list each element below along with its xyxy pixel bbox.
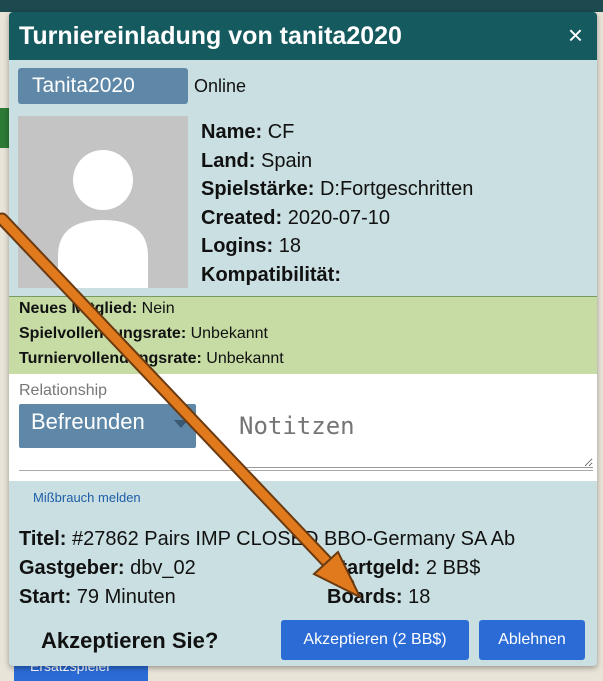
accept-button[interactable]: Akzeptieren (2 BB$) [281, 620, 469, 660]
dialog-title-bar: Turniereinladung von tanita2020 × [9, 12, 597, 60]
caret-down-icon [174, 420, 188, 428]
divider [19, 470, 593, 471]
report-abuse-link[interactable]: Mißbrauch melden [33, 490, 141, 505]
tournament-title: Titel: #27862 Pairs IMP CLOSED BBO-Germa… [19, 528, 516, 550]
tournament-start: Start: 79 Minuten [19, 586, 176, 608]
info-row-name: Name: CF [201, 121, 295, 143]
avatar-silhouette-icon [18, 116, 188, 288]
tournament-host: Gastgeber: dbv_02 [19, 557, 196, 579]
info-row-skill: Spielstärke: D:Fortgeschritten [201, 178, 474, 201]
relationship-label: Relationship [19, 382, 108, 399]
tournament-fee: Startgeld: 2 BB$ [327, 557, 481, 579]
info-row-created: Created: 2020-07-10 [201, 206, 391, 229]
member-info-tourney-rate: Turniervollendungsrate: Unbekannt [19, 350, 284, 367]
relationship-panel: Relationship Befreunden [9, 374, 597, 481]
close-icon[interactable]: × [568, 20, 583, 51]
online-status: Online [194, 76, 247, 96]
notes-textarea[interactable] [229, 402, 593, 468]
relationship-selected: Befreunden [31, 409, 145, 434]
info-row-land: Land: Spain [201, 149, 313, 172]
dialog-title: Turniereinladung von tanita2020 [19, 22, 402, 50]
relationship-select[interactable]: Befreunden [19, 404, 196, 448]
user-info: Name: CF Land: Spain Spielstärke: D:Fort… [201, 118, 473, 290]
member-info-panel: Neues Mitglied: Nein Spielvollendungsrat… [9, 296, 597, 376]
background-top-bar [0, 0, 603, 12]
member-info-new: Neues Mitglied: Nein [19, 300, 175, 317]
accept-question: Akzeptieren Sie? [41, 628, 219, 653]
tournament-invite-dialog: Turniereinladung von tanita2020 × Tanita… [9, 12, 597, 666]
tournament-boards: Boards: 18 [327, 586, 431, 608]
info-row-compat: Kompatibilität: [201, 263, 341, 286]
info-row-logins: Logins: 18 [201, 235, 302, 258]
decline-button[interactable]: Ablehnen [479, 620, 585, 660]
username-button[interactable]: Tanita2020 [18, 68, 188, 104]
member-info-game-rate: Spielvollendungsrate: Unbekannt [19, 325, 268, 342]
avatar-icon [18, 116, 188, 288]
